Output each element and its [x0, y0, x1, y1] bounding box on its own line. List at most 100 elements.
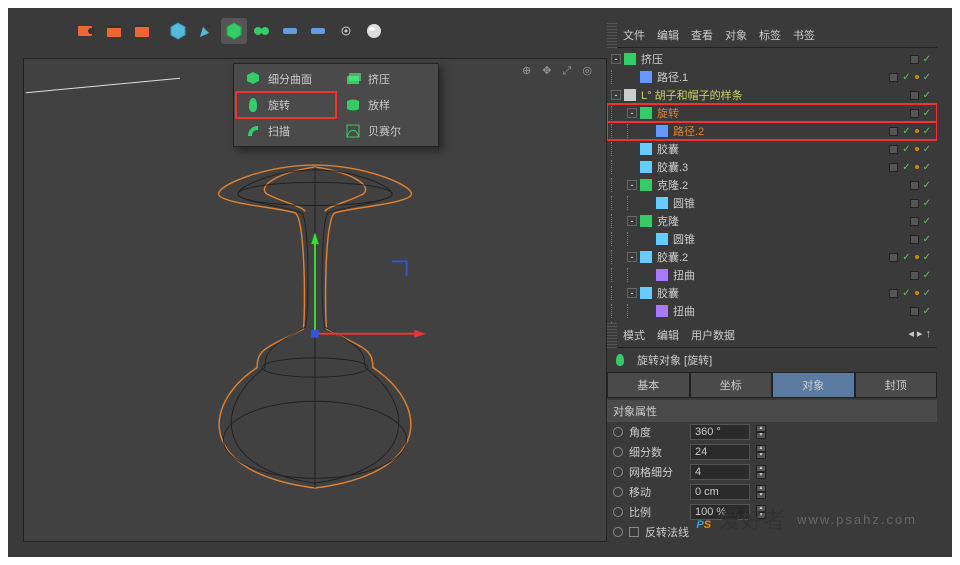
checkbox-icon[interactable] — [629, 527, 639, 537]
spinner[interactable]: ▴▾ — [756, 445, 766, 459]
tree-row[interactable]: 胶囊.3✓✓ — [607, 158, 937, 176]
sphere-icon[interactable] — [361, 18, 387, 44]
expand-toggle[interactable]: - — [627, 216, 637, 226]
pen-icon[interactable] — [193, 18, 219, 44]
menu-对象[interactable]: 对象 — [725, 27, 747, 43]
layer-icon[interactable] — [910, 55, 919, 64]
layer-icon[interactable] — [889, 73, 898, 82]
popup-lathe[interactable]: 旋转 — [236, 92, 336, 118]
tag-icon[interactable] — [915, 255, 919, 259]
tag-icon[interactable] — [915, 165, 919, 169]
tree-row[interactable]: -胶囊.2✓✓ — [607, 248, 937, 266]
attr-nav-icons[interactable]: ◂ ▸ ↑ — [908, 327, 931, 343]
layer-icon[interactable] — [910, 199, 919, 208]
view-controls[interactable]: ⊕ ✥ ⤢ ◎ — [522, 64, 596, 78]
popup-bezier[interactable]: 贝赛尔 — [336, 118, 436, 144]
popup-sweep[interactable]: 扫描 — [236, 118, 336, 144]
vis-icon[interactable]: ✓ — [902, 144, 910, 155]
vis-icon[interactable]: ✓ — [923, 198, 931, 209]
spinner[interactable]: ▴▾ — [756, 425, 766, 439]
layer-icon[interactable] — [889, 289, 898, 298]
menu-编辑[interactable]: 编辑 — [657, 327, 679, 343]
layer-icon[interactable] — [889, 145, 898, 154]
menu-书签[interactable]: 书签 — [793, 27, 815, 43]
tree-row[interactable]: 扭曲✓ — [607, 266, 937, 284]
expand-toggle[interactable]: - — [611, 54, 621, 64]
light-icon[interactable] — [305, 18, 331, 44]
tab-基本[interactable]: 基本 — [607, 372, 690, 398]
vis-icon[interactable]: ✓ — [902, 252, 910, 263]
menu-标签[interactable]: 标签 — [759, 27, 781, 43]
vis-icon[interactable]: ✓ — [923, 270, 931, 281]
vis-icon[interactable]: ✓ — [923, 90, 931, 101]
cube-icon[interactable] — [165, 18, 191, 44]
field-input[interactable] — [690, 444, 750, 460]
tab-封顶[interactable]: 封顶 — [855, 372, 938, 398]
expand-toggle[interactable]: - — [627, 252, 637, 262]
tree-row[interactable]: -旋转✓ — [607, 104, 937, 122]
layer-icon[interactable] — [910, 235, 919, 244]
vis-icon[interactable]: ✓ — [923, 216, 931, 227]
tree-row[interactable]: 圆锥✓ — [607, 194, 937, 212]
tab-坐标[interactable]: 坐标 — [690, 372, 773, 398]
expand-toggle[interactable]: - — [611, 90, 621, 100]
vis-icon[interactable]: ✓ — [923, 180, 931, 191]
film-icon[interactable] — [129, 18, 155, 44]
tag-icon[interactable] — [915, 75, 919, 79]
vis-icon[interactable]: ✓ — [902, 126, 910, 137]
tab-对象[interactable]: 对象 — [772, 372, 855, 398]
vis-icon[interactable]: ✓ — [923, 108, 931, 119]
popup-extrude[interactable]: 挤压 — [336, 66, 436, 92]
field-input[interactable] — [690, 484, 750, 500]
dot-icon[interactable] — [333, 18, 359, 44]
tree-row[interactable]: -克隆.2✓ — [607, 176, 937, 194]
tag-icon[interactable] — [915, 147, 919, 151]
clapper-icon[interactable] — [101, 18, 127, 44]
tree-row[interactable]: -胶囊✓✓ — [607, 320, 937, 323]
array-icon[interactable] — [277, 18, 303, 44]
layer-icon[interactable] — [910, 271, 919, 280]
tree-row[interactable]: -克隆✓ — [607, 212, 937, 230]
tree-row[interactable]: -胶囊✓✓ — [607, 284, 937, 302]
panel-grip[interactable] — [607, 23, 617, 48]
layer-icon[interactable] — [910, 109, 919, 118]
layer-icon[interactable] — [910, 307, 919, 316]
generator-icon[interactable] — [221, 18, 247, 44]
vis-icon[interactable]: ✓ — [923, 54, 931, 65]
tree-row[interactable]: 圆锥✓ — [607, 230, 937, 248]
menu-查看[interactable]: 查看 — [691, 27, 713, 43]
record-icon[interactable] — [73, 18, 99, 44]
tag-icon[interactable] — [915, 129, 919, 133]
tree-row[interactable]: 路径.1✓✓ — [607, 68, 937, 86]
vis-icon[interactable]: ✓ — [923, 234, 931, 245]
object-tree[interactable]: -挤压✓路径.1✓✓-L° 胡子和帽子的样条✓-旋转✓路径.2✓✓胶囊✓✓胶囊.… — [607, 48, 937, 323]
menu-模式[interactable]: 模式 — [623, 327, 645, 343]
menu-用户数据[interactable]: 用户数据 — [691, 327, 735, 343]
menu-编辑[interactable]: 编辑 — [657, 27, 679, 43]
popup-loft[interactable]: 放样 — [336, 92, 436, 118]
tree-row[interactable]: 胶囊✓✓ — [607, 140, 937, 158]
layer-icon[interactable] — [910, 217, 919, 226]
expand-toggle[interactable]: - — [627, 288, 637, 298]
tree-row[interactable]: -挤压✓ — [607, 50, 937, 68]
layer-icon[interactable] — [889, 253, 898, 262]
vis-icon[interactable]: ✓ — [902, 162, 910, 173]
expand-toggle[interactable]: - — [627, 180, 637, 190]
layer-icon[interactable] — [910, 91, 919, 100]
deformer-icon[interactable] — [249, 18, 275, 44]
field-input[interactable] — [690, 464, 750, 480]
tag-icon[interactable] — [915, 291, 919, 295]
spinner[interactable]: ▴▾ — [756, 465, 766, 479]
layer-icon[interactable] — [889, 163, 898, 172]
vis-icon[interactable]: ✓ — [923, 306, 931, 317]
vis-icon[interactable]: ✓ — [902, 288, 910, 299]
tree-row[interactable]: -L° 胡子和帽子的样条✓ — [607, 86, 937, 104]
tree-row[interactable]: 路径.2✓✓ — [607, 122, 937, 140]
spinner[interactable]: ▴▾ — [756, 485, 766, 499]
field-input[interactable] — [690, 424, 750, 440]
layer-icon[interactable] — [889, 127, 898, 136]
layer-icon[interactable] — [910, 181, 919, 190]
vis-icon[interactable]: ✓ — [902, 72, 910, 83]
expand-toggle[interactable]: - — [627, 108, 637, 118]
popup-subdiv[interactable]: 细分曲面 — [236, 66, 336, 92]
